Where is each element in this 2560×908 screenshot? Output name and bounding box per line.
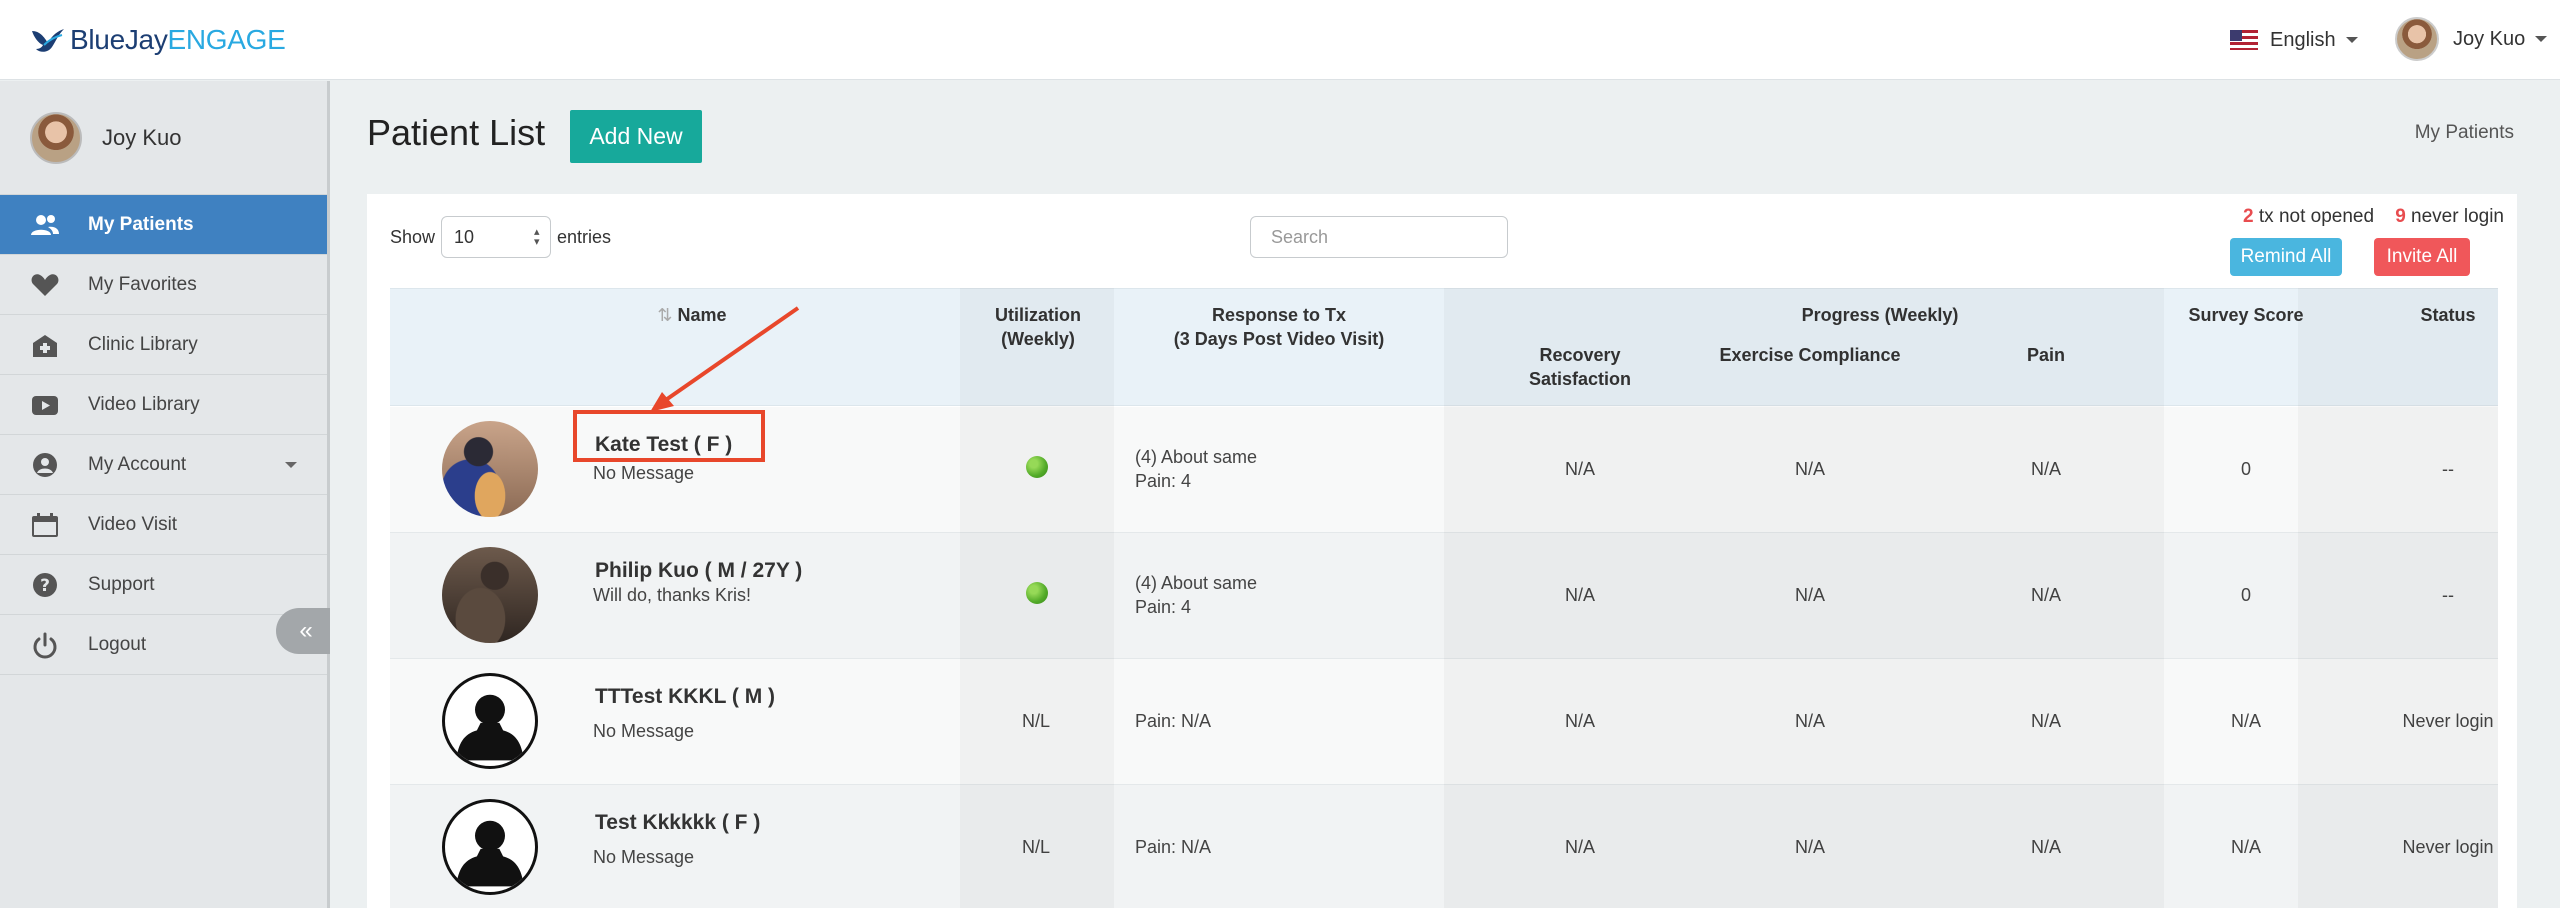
user-menu[interactable]: Joy Kuo (2395, 16, 2548, 62)
clinic-icon (30, 331, 60, 359)
stats-summary: 2 tx not opened 9 never login (2243, 206, 2504, 228)
brand-name-part1: BlueJay (70, 24, 168, 55)
page-title: Patient List (367, 112, 546, 153)
sidebar-item-my-favorites[interactable]: My Favorites (0, 255, 327, 315)
sidebar-item-label: Support (88, 573, 155, 595)
chevron-down-icon (2535, 36, 2548, 42)
never-login-label: never login (2411, 206, 2504, 227)
sidebar-item-my-account[interactable]: My Account (0, 435, 327, 495)
language-label: English (2270, 28, 2336, 51)
sidebar-item-label: Video Visit (88, 513, 178, 535)
language-selector[interactable]: English (2230, 24, 2358, 56)
sidebar-user-name: Joy Kuo (102, 124, 182, 150)
survey-cell: 0 (2240, 585, 2251, 605)
patient-name[interactable]: Test Kkkkkk ( F ) (595, 811, 760, 835)
avatar (30, 111, 82, 164)
response-cell: (4) About same Pain: 4 (1135, 447, 1258, 491)
survey-cell: N/A (2230, 711, 2261, 731)
entries-label: entries (557, 226, 612, 247)
add-new-button[interactable]: Add New (570, 110, 702, 163)
power-icon (30, 631, 60, 659)
sidebar: Joy Kuo My Patients My Favorites Clinic … (0, 81, 330, 908)
patient-avatar (442, 421, 538, 517)
patient-name[interactable]: TTTest KKKL ( M ) (595, 685, 775, 709)
default-avatar-icon (442, 673, 538, 769)
account-icon (30, 451, 60, 479)
sidebar-item-video-library[interactable]: Video Library (0, 375, 327, 435)
play-icon (30, 391, 60, 419)
sidebar-item-label: Video Library (88, 393, 200, 415)
response-cell: Pain: N/A (1135, 837, 1212, 857)
calendar-icon (30, 511, 60, 539)
sidebar-user: Joy Kuo (0, 81, 327, 195)
chevron-down-icon (285, 462, 297, 468)
chevron-down-icon (2345, 37, 2358, 43)
users-icon (30, 211, 60, 239)
never-login-count: 9 (2395, 206, 2406, 227)
response-cell: (4) About same Pain: 4 (1135, 573, 1258, 617)
patient-message: No Message (593, 463, 695, 483)
entries-select[interactable]: 10 (441, 216, 552, 258)
patient-message: No Message (593, 721, 695, 741)
survey-cell: 0 (2240, 459, 2251, 479)
help-icon: ? (30, 571, 60, 599)
progress-column-band (1444, 288, 2164, 908)
remind-all-button[interactable]: Remind All (2230, 238, 2342, 276)
collapse-sidebar-button[interactable]: « (276, 608, 330, 654)
us-flag-icon (2230, 30, 2258, 50)
breadcrumb[interactable]: My Patients (2415, 122, 2514, 144)
column-header-response: Response to Tx (3 Days Post Video Visit) (1173, 305, 1385, 349)
sidebar-item-label: My Account (88, 453, 187, 475)
avatar (2395, 17, 2439, 61)
default-avatar-icon (442, 799, 538, 895)
heart-icon (30, 271, 60, 299)
bird-logo-icon (32, 29, 64, 52)
search-input[interactable] (1250, 216, 1508, 258)
show-label: Show (390, 226, 436, 247)
patient-message: Will do, thanks Kris! (593, 585, 752, 605)
double-chevron-left-icon: « (299, 617, 313, 644)
invite-all-button[interactable]: Invite All (2374, 238, 2470, 276)
patient-message: No Message (593, 847, 695, 867)
status-column-band (2298, 288, 2498, 908)
sidebar-item-clinic-library[interactable]: Clinic Library (0, 315, 327, 375)
sidebar-item-label: My Favorites (88, 273, 197, 295)
brand-name-part2: ENGAGE (167, 24, 286, 55)
top-bar: BlueJayENGAGE English Joy Kuo (0, 0, 2560, 80)
patient-avatar (442, 547, 538, 643)
svg-text:?: ? (40, 576, 50, 596)
tx-not-opened-count: 2 (2243, 206, 2254, 227)
survey-cell: N/A (2230, 837, 2261, 857)
sidebar-item-my-patients[interactable]: My Patients (0, 195, 327, 255)
annotation-arrow-icon (650, 306, 800, 412)
sidebar-item-label: Clinic Library (88, 333, 198, 355)
sidebar-item-support[interactable]: ? Support (0, 555, 327, 615)
user-name: Joy Kuo (2453, 27, 2526, 50)
patient-name[interactable]: Philip Kuo ( M / 27Y ) (595, 559, 802, 583)
sidebar-item-label: Logout (88, 633, 147, 655)
entries-control: Show 10 entries (390, 216, 611, 258)
response-cell: Pain: N/A (1135, 711, 1212, 731)
sidebar-item-video-visit[interactable]: Video Visit (0, 495, 327, 555)
tx-not-opened-label: tx not opened (2258, 206, 2375, 227)
brand-logo[interactable]: BlueJayENGAGE (30, 20, 286, 60)
sidebar-item-label: My Patients (88, 213, 194, 235)
utilization-column-band (960, 288, 1114, 908)
